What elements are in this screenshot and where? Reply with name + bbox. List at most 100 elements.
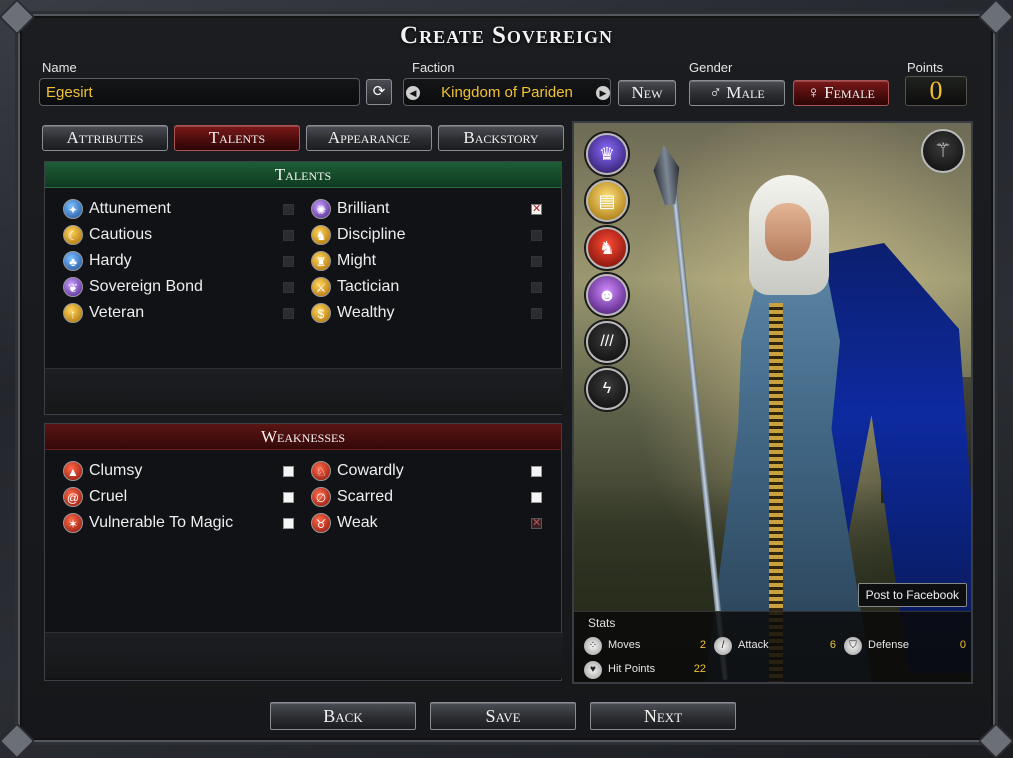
vulnerable-to-magic-icon: ✶ — [63, 513, 83, 533]
stat-value: 6 — [829, 639, 836, 651]
male-button[interactable]: ♂ Male — [689, 80, 785, 106]
talent-row[interactable]: ✦ Attunement — [63, 198, 303, 220]
refresh-icon: ⟳ — [372, 83, 386, 100]
talent-row[interactable]: ↑ Veteran — [63, 302, 303, 324]
weakness-checkbox-clumsy[interactable] — [283, 466, 294, 477]
stat-moves: ⁘ Moves 2 — [584, 636, 706, 656]
figure-aura-icon[interactable]: ☻ — [586, 274, 628, 316]
weakness-label: Scarred — [337, 488, 394, 505]
weakness-label: Vulnerable To Magic — [89, 514, 234, 531]
weakness-row[interactable]: ♘ Cowardly — [311, 460, 551, 482]
clumsy-icon: ▲ — [63, 461, 83, 481]
faction-prev-arrow-icon[interactable]: ◀ — [406, 86, 420, 100]
sword-icon: / — [714, 637, 732, 655]
stat-value: 2 — [699, 639, 706, 651]
tab-attributes[interactable]: Attributes — [42, 125, 168, 151]
attunement-icon: ✦ — [63, 199, 83, 219]
talent-row[interactable]: ♞ Discipline — [311, 224, 551, 246]
discipline-icon: ♞ — [311, 225, 331, 245]
faction-next-arrow-icon[interactable]: ▶ — [596, 86, 610, 100]
talent-checkbox-attunement[interactable] — [283, 204, 294, 215]
talent-checkbox-wealthy[interactable] — [531, 308, 542, 319]
weakness-row[interactable]: ∅ Scarred — [311, 486, 551, 508]
talent-row[interactable]: $ Wealthy — [311, 302, 551, 324]
gender-label: Gender — [689, 60, 733, 75]
name-input[interactable]: Egesirt — [39, 78, 360, 106]
talent-checkbox-hardy[interactable] — [283, 256, 294, 267]
weaknesses-footer — [45, 632, 563, 678]
post-to-facebook-button[interactable]: Post to Facebook — [857, 583, 967, 607]
weaknesses-header: Weaknesses — [45, 424, 561, 450]
talents-footer — [45, 368, 563, 414]
crown-icon[interactable]: ♛ — [586, 133, 628, 175]
faction-value: Kingdom of Pariden — [441, 84, 573, 101]
talent-row[interactable]: ♜ Might — [311, 250, 551, 272]
new-faction-button[interactable]: New — [618, 80, 676, 106]
lightning-rank-icon[interactable]: ϟ — [586, 368, 628, 410]
talent-checkbox-brilliant[interactable]: ✕ — [531, 204, 542, 215]
back-button[interactable]: Back — [270, 702, 416, 730]
staff-head — [651, 144, 683, 206]
book-icon[interactable]: ▤ — [586, 180, 628, 222]
weakness-checkbox-vulnerable-to-magic[interactable] — [283, 518, 294, 529]
talent-checkbox-sovereign-bond[interactable] — [283, 282, 294, 293]
talent-row[interactable]: ☾ Cautious — [63, 224, 303, 246]
weakness-checkbox-cruel[interactable] — [283, 492, 294, 503]
staff-icon[interactable]: ⚚ — [921, 129, 965, 173]
talent-checkbox-veteran[interactable] — [283, 308, 294, 319]
scarred-icon: ∅ — [311, 487, 331, 507]
talent-row[interactable]: ✺ Brilliant — [311, 198, 551, 220]
stats-title: Stats — [588, 616, 616, 630]
wealthy-icon: $ — [311, 303, 331, 323]
talent-checkbox-cautious[interactable] — [283, 230, 294, 241]
stat-label: Hit Points — [608, 663, 656, 675]
talent-checkbox-tactician[interactable] — [531, 282, 542, 293]
boots-icon: ⁘ — [584, 637, 602, 655]
randomize-name-button[interactable]: ⟳ — [366, 79, 392, 105]
might-icon: ♜ — [311, 251, 331, 271]
shield-icon: ⛉ — [844, 637, 862, 655]
talent-label: Attunement — [89, 200, 171, 217]
next-button[interactable]: Next — [590, 702, 736, 730]
stat-value: 22 — [693, 663, 706, 675]
weakness-label: Clumsy — [89, 462, 143, 479]
tab-talents[interactable]: Talents — [174, 125, 300, 151]
stat-label: Moves — [608, 639, 641, 651]
weakness-row[interactable]: @ Cruel — [63, 486, 303, 508]
talent-row[interactable]: ❦ Sovereign Bond — [63, 276, 303, 298]
brilliant-icon: ✺ — [311, 199, 331, 219]
tab-bar: Attributes Talents Appearance Backstory — [40, 125, 564, 155]
weakness-checkbox-cowardly[interactable] — [531, 466, 542, 477]
male-label: Male — [726, 83, 765, 102]
sovereign-bond-icon: ❦ — [63, 277, 83, 297]
talent-row[interactable]: ⚔ Tactician — [311, 276, 551, 298]
talent-label: Wealthy — [337, 304, 395, 321]
weakness-row[interactable]: ▲ Clumsy — [63, 460, 303, 482]
tactician-icon: ⚔ — [311, 277, 331, 297]
weakness-row[interactable]: ✶ Vulnerable To Magic — [63, 512, 303, 534]
stat-attack: / Attack 6 — [714, 636, 836, 656]
claw-rank-icon[interactable]: /// — [586, 321, 628, 363]
weakness-label: Weak — [337, 514, 378, 531]
weakness-checkbox-weak[interactable]: ✕ — [531, 518, 542, 529]
faction-select[interactable]: Kingdom of Pariden — [403, 78, 611, 106]
beast-icon[interactable]: ♞ — [586, 227, 628, 269]
weakness-checkbox-scarred[interactable] — [531, 492, 542, 503]
talent-label: Hardy — [89, 252, 132, 269]
female-button[interactable]: ♀ Female — [793, 80, 889, 106]
veteran-icon: ↑ — [63, 303, 83, 323]
left-panel: Attributes Talents Appearance Backstory … — [40, 121, 564, 684]
talent-checkbox-might[interactable] — [531, 256, 542, 267]
tab-backstory[interactable]: Backstory — [438, 125, 564, 151]
talent-row[interactable]: ♣ Hardy — [63, 250, 303, 272]
stat-value: 0 — [959, 639, 966, 651]
faction-label: Faction — [412, 60, 455, 75]
cautious-icon: ☾ — [63, 225, 83, 245]
weakness-row[interactable]: ♉ Weak — [311, 512, 551, 534]
stats-panel: Stats ⁘ Moves 2 / Attack 6 ⛉ Defense 0 ♥… — [574, 611, 971, 682]
hardy-icon: ♣ — [63, 251, 83, 271]
talent-checkbox-discipline[interactable] — [531, 230, 542, 241]
tab-appearance[interactable]: Appearance — [306, 125, 432, 151]
female-label: Female — [824, 83, 875, 102]
save-button[interactable]: Save — [430, 702, 576, 730]
